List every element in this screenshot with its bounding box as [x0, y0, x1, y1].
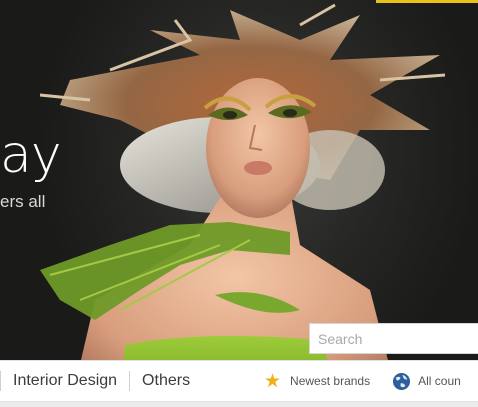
hero-banner: ay ers all	[0, 0, 478, 407]
newest-brands-link[interactable]: ★ Newest brands	[264, 372, 370, 391]
hero-title: ay	[0, 125, 62, 185]
globe-icon	[393, 372, 411, 390]
nav-right-group: ★ Newest brands All coun	[264, 361, 461, 401]
category-nav-bar: Interior Design Others ★ Newest brands A…	[0, 360, 478, 402]
all-countries-link[interactable]: All coun	[370, 372, 461, 391]
star-icon: ★	[264, 370, 282, 392]
all-countries-label: All coun	[418, 374, 461, 388]
bottom-strip	[0, 402, 478, 407]
hero-subtitle: ers all	[0, 192, 46, 211]
search-input[interactable]	[309, 323, 478, 354]
newest-brands-label: Newest brands	[290, 374, 371, 388]
nav-link-others[interactable]: Others	[130, 372, 202, 390]
nav-link-interior-design[interactable]: Interior Design	[1, 372, 129, 390]
